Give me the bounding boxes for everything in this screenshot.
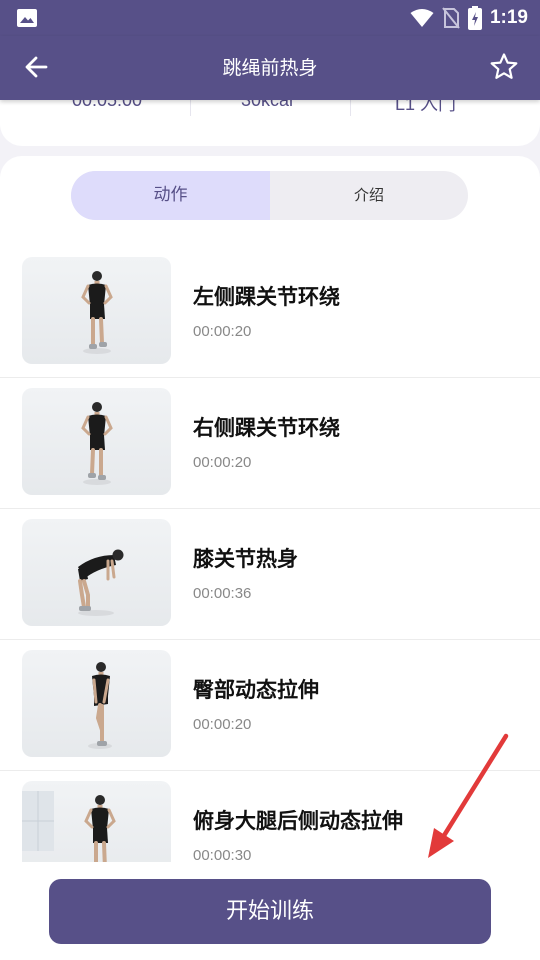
exercise-thumbnail [22,650,171,757]
exercise-duration: 00:00:20 [193,323,252,340]
wifi-icon [410,9,434,27]
exercise-name: 俯身大腿后侧动态拉伸 [193,809,403,833]
exercise-list: 左侧踝关节环绕 00:00:20 右侧踝关节环绕 00:00:20 膝关节热身 … [0,247,540,902]
exercise-name: 膝关节热身 [193,547,298,571]
bottom-action-bar: 开始训练 [0,862,540,960]
exercise-name: 左侧踝关节环绕 [193,285,340,309]
battery-charging-icon [467,6,482,30]
exercise-duration: 00:00:20 [193,454,252,471]
exercise-list-item[interactable]: 膝关节热身 00:00:36 [0,509,540,640]
star-outline-icon[interactable] [488,51,520,83]
exercise-duration: 00:00:36 [193,585,252,602]
start-training-button[interactable]: 开始训练 [49,879,491,944]
exercise-duration: 00:00:20 [193,716,252,733]
exercise-thumbnail [22,388,171,495]
exercise-name: 臀部动态拉伸 [193,678,319,702]
app-bar: 跳绳前热身 [0,36,540,100]
clock-time: 1:19 [489,7,528,28]
exercise-panel: 动作 介绍 左侧踝关节环绕 00:00:20 右侧踝关节环绕 00:00:20 … [0,156,540,960]
exercise-thumbnail [22,257,171,364]
segmented-tabs: 动作 介绍 [71,171,468,220]
exercise-list-item[interactable]: 左侧踝关节环绕 00:00:20 [0,247,540,378]
no-sim-icon [442,7,460,29]
tab-intro[interactable]: 介绍 [270,171,468,220]
exercise-thumbnail [22,519,171,626]
gallery-icon [17,9,37,27]
status-bar: 1:19 [0,0,540,36]
page-title: 跳绳前热身 [222,57,318,79]
tab-actions[interactable]: 动作 [71,171,270,220]
exercise-name: 右侧踝关节环绕 [193,416,340,440]
exercise-list-item[interactable]: 臀部动态拉伸 00:00:20 [0,640,540,771]
exercise-list-item[interactable]: 右侧踝关节环绕 00:00:20 [0,378,540,509]
